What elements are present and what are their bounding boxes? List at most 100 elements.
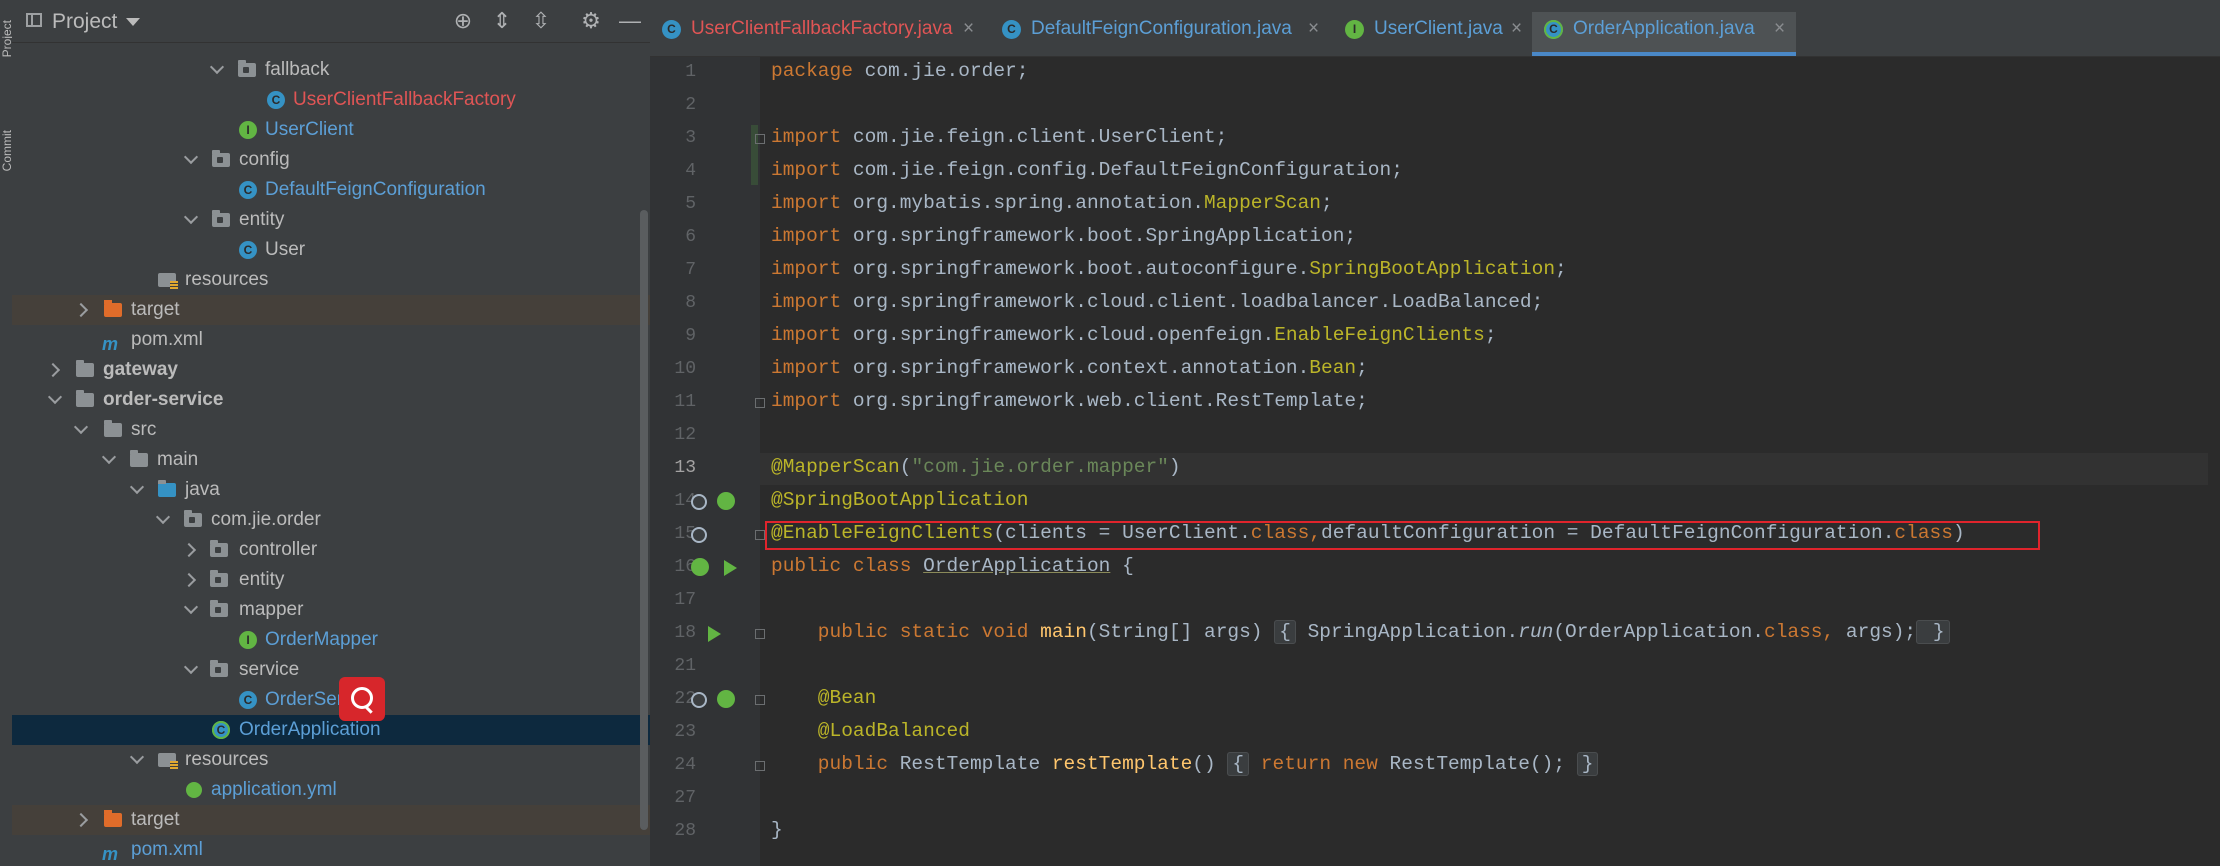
fold-marker-icon[interactable] [755, 629, 765, 639]
tree-item-orderservice[interactable]: C OrderSer [12, 685, 650, 715]
code-line-4[interactable]: import com.jie.feign.config.DefaultFeign… [771, 159, 1403, 181]
tab-userclient[interactable]: I UserClient.java × [1333, 12, 1533, 56]
tree-item-pom[interactable]: m pom.xml [12, 835, 650, 865]
spring-bean-icon[interactable] [691, 558, 709, 576]
hide-panel-icon[interactable]: — [617, 8, 643, 34]
find-usages-icon[interactable] [691, 527, 707, 543]
close-icon[interactable]: × [1308, 12, 1319, 46]
gear-icon[interactable]: ⚙ [578, 8, 604, 34]
fold-marker-icon[interactable] [755, 530, 765, 540]
tree-item-userclientfallbackfactory[interactable]: C UserClientFallbackFactory [12, 85, 650, 115]
chevron-down-icon[interactable] [101, 449, 117, 465]
tree-item-application-yml[interactable]: application.yml [12, 775, 650, 805]
tree-item-src[interactable]: src [12, 415, 650, 445]
chevron-down-icon[interactable] [183, 599, 199, 615]
project-tool-button[interactable]: Project [0, 20, 14, 57]
chevron-down-icon[interactable] [126, 18, 140, 26]
tree-item-defaultfeignconfiguration[interactable]: C DefaultFeignConfiguration [12, 175, 650, 205]
tree-item-com-jie-order[interactable]: com.jie.order [12, 505, 650, 535]
code-line-3[interactable]: import com.jie.feign.client.UserClient; [771, 126, 1227, 148]
code-line-28[interactable]: } [771, 819, 783, 841]
code-token: import [771, 225, 842, 247]
tree-item-ordermapper[interactable]: I OrderMapper [12, 625, 650, 655]
line-number: 11 [674, 392, 696, 412]
chevron-down-icon[interactable] [183, 149, 199, 165]
fold-marker-icon[interactable] [755, 398, 765, 408]
chevron-down-icon[interactable] [47, 389, 63, 405]
chevron-down-icon[interactable] [155, 509, 171, 525]
tree-item-gateway[interactable]: gateway [12, 355, 650, 385]
close-icon[interactable]: × [963, 12, 974, 46]
fold-marker-icon[interactable] [755, 761, 765, 771]
tree-item-pom[interactable]: m pom.xml [12, 325, 650, 355]
chevron-right-icon[interactable] [73, 812, 89, 828]
code-line-13[interactable]: @MapperScan("com.jie.order.mapper") [771, 456, 1181, 478]
code-line-23[interactable]: @LoadBalanced [771, 720, 970, 742]
chevron-right-icon[interactable] [45, 362, 61, 378]
tree-item-main[interactable]: main [12, 445, 650, 475]
tree-item-entity[interactable]: entity [12, 565, 650, 595]
tab-userclientfallbackfactory[interactable]: C UserClientFallbackFactory.java × [650, 12, 985, 56]
chevron-right-icon[interactable] [73, 302, 89, 318]
chevron-right-icon[interactable] [181, 542, 197, 558]
search-icon[interactable] [339, 677, 385, 721]
tree-item-user[interactable]: C User [12, 235, 650, 265]
resources-folder-icon [158, 753, 178, 769]
chevron-down-icon[interactable] [129, 749, 145, 765]
tree-item-mapper[interactable]: mapper [12, 595, 650, 625]
tree-item-resources[interactable]: resources [12, 265, 650, 295]
editor-scrollbar[interactable] [2208, 57, 2220, 866]
find-usages-icon[interactable] [691, 692, 707, 708]
line-number: 23 [674, 722, 696, 742]
chevron-down-icon[interactable] [129, 479, 145, 495]
project-view-selector[interactable]: Project [52, 10, 117, 34]
tree-item-config[interactable]: config [12, 145, 650, 175]
tree-item-order-service[interactable]: order-service [12, 385, 650, 415]
code-line-5[interactable]: import org.mybatis.spring.annotation.Map… [771, 192, 1333, 214]
tree-item-controller[interactable]: controller [12, 535, 650, 565]
chevron-right-icon[interactable] [181, 572, 197, 588]
close-icon[interactable]: × [1774, 12, 1785, 46]
tree-item-orderapplication[interactable]: C OrderApplication [12, 715, 650, 745]
code-line-1[interactable]: package com.jie.order; [771, 60, 1028, 82]
code-line-14[interactable]: @SpringBootApplication [771, 489, 1028, 511]
code-line-11[interactable]: import org.springframework.web.client.Re… [771, 390, 1368, 412]
close-icon[interactable]: × [1511, 12, 1522, 46]
collapse-all-icon[interactable]: ⇳ [528, 8, 554, 34]
fold-marker-icon[interactable] [755, 134, 765, 144]
chevron-down-icon[interactable] [183, 659, 199, 675]
tree-item-userclient[interactable]: I UserClient [12, 115, 650, 145]
project-scrollbar[interactable] [640, 210, 648, 830]
tab-defaultfeignconfiguration[interactable]: C DefaultFeignConfiguration.java × [990, 12, 1330, 56]
code-line-24[interactable]: public RestTemplate restTemplate() { ret… [771, 752, 1599, 776]
tab-label: UserClientFallbackFactory.java [691, 18, 953, 39]
code-line-9[interactable]: import org.springframework.cloud.openfei… [771, 324, 1497, 346]
code-line-22[interactable]: @Bean [771, 687, 877, 709]
tree-item-resources[interactable]: resources [12, 745, 650, 775]
tree-item-fallback[interactable]: fallback [12, 55, 650, 85]
run-icon[interactable] [708, 626, 721, 642]
code-line-18[interactable]: public static void main(String[] args) {… [771, 620, 1950, 644]
code-line-8[interactable]: import org.springframework.cloud.client.… [771, 291, 1543, 313]
tree-item-entity[interactable]: entity [12, 205, 650, 235]
chevron-down-icon[interactable] [73, 419, 89, 435]
run-icon[interactable] [724, 560, 737, 576]
tree-item-service[interactable]: service [12, 655, 650, 685]
spring-bean-icon[interactable] [717, 492, 735, 510]
tree-item-java[interactable]: java [12, 475, 650, 505]
chevron-down-icon[interactable] [209, 59, 225, 75]
find-usages-icon[interactable] [691, 494, 707, 510]
code-line-16[interactable]: public class OrderApplication { [771, 555, 1134, 577]
tab-orderapplication[interactable]: C OrderApplication.java × [1532, 12, 1796, 56]
tree-item-target[interactable]: target [12, 295, 650, 325]
commit-tool-button[interactable]: Commit [0, 130, 14, 171]
spring-bean-icon[interactable] [717, 690, 735, 708]
expand-all-icon[interactable]: ⇕ [489, 8, 515, 34]
chevron-down-icon[interactable] [183, 209, 199, 225]
fold-marker-icon[interactable] [755, 695, 765, 705]
locate-file-icon[interactable]: ⊕ [450, 8, 476, 34]
tree-item-target[interactable]: target [12, 805, 650, 835]
code-line-10[interactable]: import org.springframework.context.annot… [771, 357, 1368, 379]
code-line-7[interactable]: import org.springframework.boot.autoconf… [771, 258, 1567, 280]
code-line-6[interactable]: import org.springframework.boot.SpringAp… [771, 225, 1356, 247]
